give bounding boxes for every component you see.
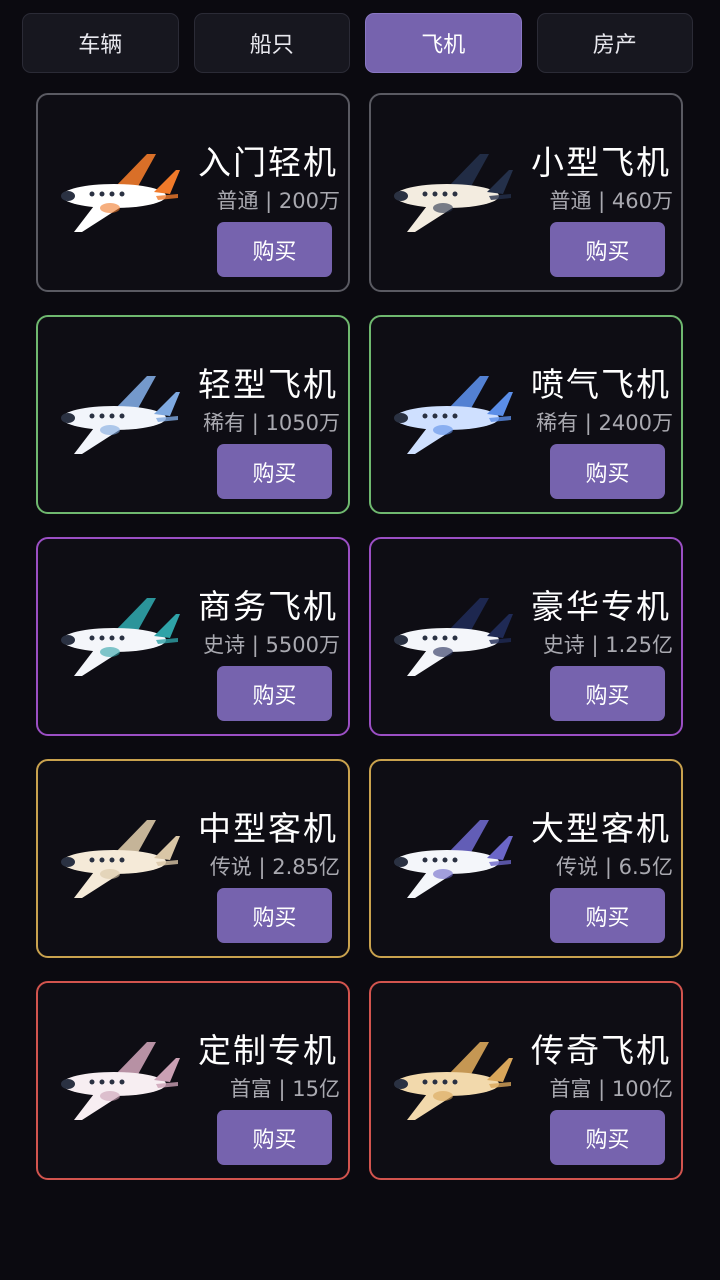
rarity-price: 稀有 | 2400万: [536, 411, 673, 435]
twin-prop-plane-icon: [52, 362, 182, 462]
plane-card: 中型客机传说 | 2.85亿购买: [36, 759, 350, 958]
buy-button[interactable]: 购买: [550, 666, 665, 721]
propeller-plane-orange-icon: [52, 140, 182, 240]
buy-button[interactable]: 购买: [217, 666, 332, 721]
plane-card: 豪华专机史诗 | 1.25亿购买: [369, 537, 683, 736]
tab-real-estate[interactable]: 房产: [536, 13, 693, 73]
tab-planes[interactable]: 飞机: [365, 13, 522, 73]
buy-button[interactable]: 购买: [217, 1110, 332, 1165]
category-tabs: 车辆 船只 飞机 房产: [22, 13, 693, 73]
rarity-price: 稀有 | 1050万: [203, 411, 340, 435]
plane-name: 豪华专机: [531, 587, 671, 626]
plane-card: 小型飞机普通 | 460万购买: [369, 93, 683, 292]
plane-name: 轻型飞机: [198, 365, 338, 404]
plane-card: 定制专机首富 | 15亿购买: [36, 981, 350, 1180]
plane-name: 中型客机: [198, 809, 338, 848]
plane-card: 轻型飞机稀有 | 1050万购买: [36, 315, 350, 514]
plane-card: 喷气飞机稀有 | 2400万购买: [369, 315, 683, 514]
business-jet-icon: [52, 584, 182, 684]
rarity-price: 首富 | 15亿: [229, 1077, 340, 1101]
buy-button[interactable]: 购买: [550, 1110, 665, 1165]
plane-name: 喷气飞机: [531, 365, 671, 404]
rarity-price: 普通 | 460万: [549, 189, 673, 213]
custom-jet-pink-icon: [52, 1028, 182, 1128]
plane-name: 大型客机: [531, 809, 671, 848]
jet-plane-blue-icon: [385, 362, 515, 462]
plane-name: 小型飞机: [531, 143, 671, 182]
rarity-price: 史诗 | 5500万: [203, 633, 340, 657]
plane-card: 大型客机传说 | 6.5亿购买: [369, 759, 683, 958]
golden-jet-icon: [385, 1028, 515, 1128]
buy-button[interactable]: 购买: [550, 222, 665, 277]
buy-button[interactable]: 购买: [217, 444, 332, 499]
large-airliner-icon: [385, 806, 515, 906]
small-jet-icon: [385, 140, 515, 240]
plane-name: 入门轻机: [198, 143, 338, 182]
buy-button[interactable]: 购买: [217, 222, 332, 277]
luxury-jet-icon: [385, 584, 515, 684]
medium-airliner-icon: [52, 806, 182, 906]
rarity-price: 普通 | 200万: [216, 189, 340, 213]
rarity-price: 首富 | 100亿: [549, 1077, 673, 1101]
plane-name: 商务飞机: [198, 587, 338, 626]
rarity-price: 史诗 | 1.25亿: [542, 633, 673, 657]
rarity-price: 传说 | 6.5亿: [556, 855, 673, 879]
buy-button[interactable]: 购买: [550, 888, 665, 943]
plane-name: 定制专机: [198, 1031, 338, 1070]
tab-vehicles[interactable]: 车辆: [22, 13, 179, 73]
plane-name: 传奇飞机: [531, 1031, 671, 1070]
buy-button[interactable]: 购买: [550, 444, 665, 499]
rarity-price: 传说 | 2.85亿: [209, 855, 340, 879]
plane-card: 商务飞机史诗 | 5500万购买: [36, 537, 350, 736]
plane-card: 传奇飞机首富 | 100亿购买: [369, 981, 683, 1180]
tab-boats[interactable]: 船只: [193, 13, 350, 73]
buy-button[interactable]: 购买: [217, 888, 332, 943]
plane-card: 入门轻机普通 | 200万购买: [36, 93, 350, 292]
item-grid: 入门轻机 普通 | 200万 购买 小型飞机 普通 | 460万 购买 轻型飞机 稀有 | 1…: [36, 93, 683, 1180]
